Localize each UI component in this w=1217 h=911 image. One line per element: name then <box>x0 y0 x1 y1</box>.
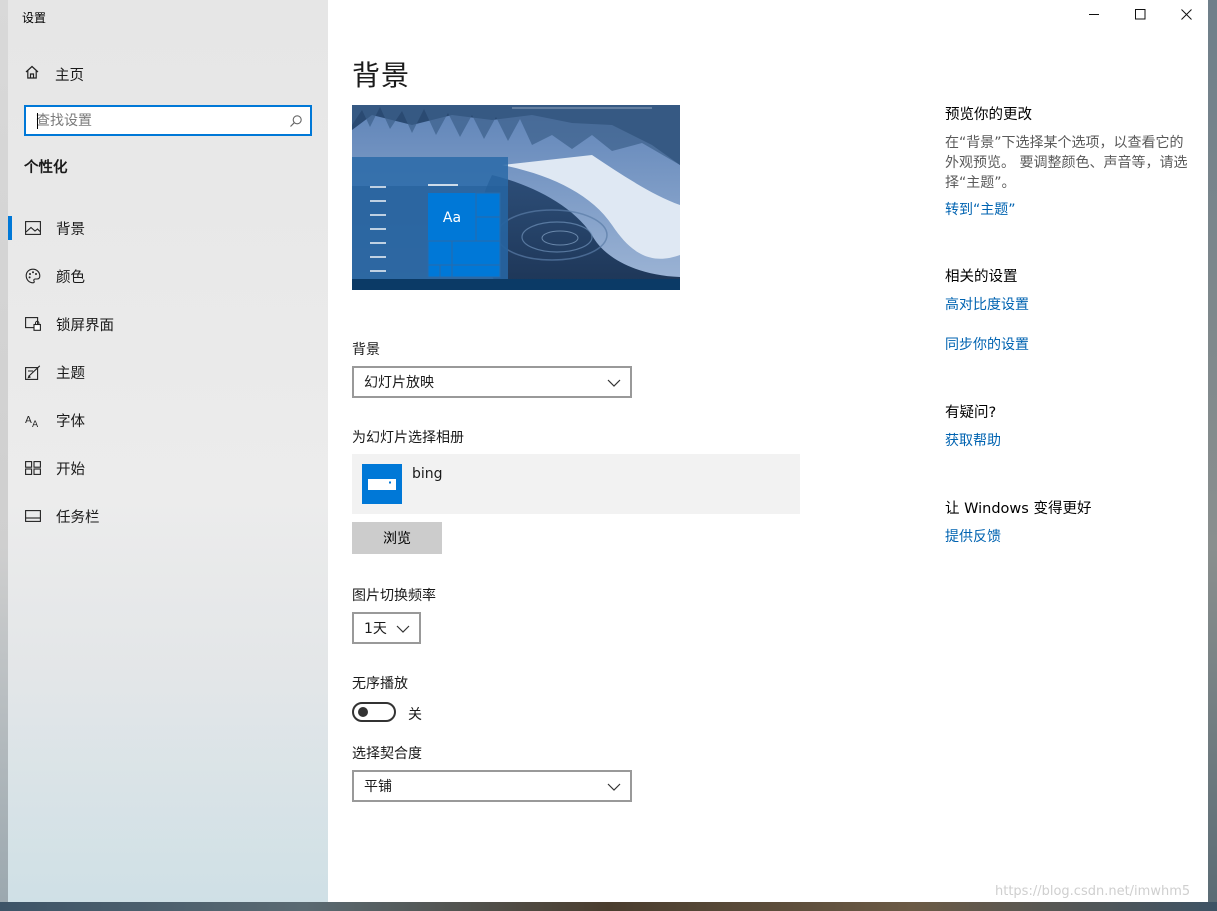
help-section: 有疑问? 获取帮助 <box>945 401 1195 450</box>
desktop-left-edge <box>0 0 8 911</box>
settings-window: 设置 主页 个性化 背景 <box>8 0 1208 902</box>
home-icon <box>24 64 40 84</box>
fit-label: 选择契合度 <box>352 746 422 762</box>
chevron-down-icon <box>607 780 621 796</box>
album-name: bing <box>412 466 443 482</box>
preview-description: 在“背景”下选择某个选项，以查看它的外观预览。 要调整颜色、声音等，请选择“主题… <box>945 135 1188 191</box>
shuffle-toggle[interactable] <box>352 702 396 722</box>
background-dropdown[interactable]: 幻灯片放映 <box>352 366 632 398</box>
search-box[interactable] <box>24 105 312 136</box>
sidebar-item-label: 背景 <box>56 221 85 238</box>
search-input[interactable] <box>26 107 282 134</box>
sidebar-item-lock-screen[interactable]: 锁屏界面 <box>8 300 328 348</box>
sidebar-item-start[interactable]: 开始 <box>8 444 328 492</box>
sidebar-item-taskbar[interactable]: 任务栏 <box>8 492 328 540</box>
sidebar-item-colors[interactable]: 颜色 <box>8 252 328 300</box>
sidebar-item-label: 主题 <box>56 365 85 382</box>
sidebar-item-label: 开始 <box>56 461 85 478</box>
question-heading: 有疑问? <box>945 405 997 421</box>
high-contrast-link[interactable]: 高对比度设置 <box>945 294 1195 314</box>
go-to-themes-link[interactable]: 转到“主题” <box>945 199 1195 219</box>
start-icon <box>24 460 41 477</box>
app-title: 设置 <box>22 11 47 25</box>
watermark-text: https://blog.csdn.net/imwhm5 <box>995 884 1191 899</box>
desktop-bottom-edge <box>0 902 1217 911</box>
section-title: 个性化 <box>24 160 68 176</box>
feedback-heading: 让 Windows 变得更好 <box>945 501 1092 517</box>
preview-heading: 预览你的更改 <box>945 107 1032 123</box>
interval-dropdown[interactable]: 1天 <box>352 612 421 644</box>
related-heading: 相关的设置 <box>945 269 1018 285</box>
sidebar-item-label: 锁屏界面 <box>56 317 114 334</box>
preview-info: 预览你的更改 在“背景”下选择某个选项，以查看它的外观预览。 要调整颜色、声音等… <box>945 103 1195 219</box>
sidebar-nav: 背景 颜色 锁屏界面 主题 A A 字体 开始 任务栏 <box>8 204 328 540</box>
desktop-right-edge <box>1208 0 1217 911</box>
lock-screen-icon <box>24 316 41 333</box>
shuffle-label: 无序播放 <box>352 676 408 692</box>
font-icon: AA <box>24 412 41 429</box>
album-item[interactable]: bing <box>352 454 800 514</box>
theme-icon <box>24 364 41 381</box>
page-title: 背景 <box>352 59 411 92</box>
palette-icon <box>24 268 41 285</box>
interval-label: 图片切换频率 <box>352 588 436 604</box>
toggle-knob <box>358 707 368 717</box>
sidebar-item-themes[interactable]: 主题 <box>8 348 328 396</box>
text-caret <box>37 113 38 129</box>
chevron-down-icon <box>396 622 410 638</box>
background-preview: Aa <box>352 105 680 290</box>
feedback-section: 让 Windows 变得更好 提供反馈 <box>945 497 1195 546</box>
get-help-link[interactable]: 获取帮助 <box>945 430 1195 450</box>
sidebar-item-background[interactable]: 背景 <box>8 204 328 252</box>
folder-icon <box>362 464 402 504</box>
preview-image: Aa <box>352 105 680 290</box>
sidebar-item-fonts[interactable]: AA 字体 <box>8 396 328 444</box>
sync-settings-link[interactable]: 同步你的设置 <box>945 334 1195 354</box>
sidebar-item-label: 颜色 <box>56 269 85 286</box>
background-label: 背景 <box>352 342 380 358</box>
search-icon[interactable] <box>282 114 310 128</box>
shuffle-state: 关 <box>408 707 422 723</box>
home-label: 主页 <box>55 67 84 84</box>
home-link[interactable]: 主页 <box>24 60 84 88</box>
album-label: 为幻灯片选择相册 <box>352 430 464 446</box>
browse-button[interactable]: 浏览 <box>352 522 442 554</box>
chevron-down-icon <box>607 376 621 392</box>
fit-dropdown[interactable]: 平铺 <box>352 770 632 802</box>
interval-dropdown-value: 1天 <box>364 621 387 637</box>
picture-icon <box>24 220 41 237</box>
sidebar: 设置 主页 个性化 背景 <box>8 0 328 902</box>
svg-text:A: A <box>32 420 39 428</box>
preview-tile-text: Aa <box>443 210 461 226</box>
sidebar-item-label: 字体 <box>56 413 85 430</box>
related-settings: 相关的设置 高对比度设置 同步你的设置 <box>945 265 1195 354</box>
taskbar-icon <box>24 508 41 525</box>
svg-text:A: A <box>25 415 32 426</box>
fit-dropdown-value: 平铺 <box>364 779 392 795</box>
sidebar-item-label: 任务栏 <box>56 509 100 526</box>
background-dropdown-value: 幻灯片放映 <box>364 375 434 391</box>
feedback-link[interactable]: 提供反馈 <box>945 526 1195 546</box>
